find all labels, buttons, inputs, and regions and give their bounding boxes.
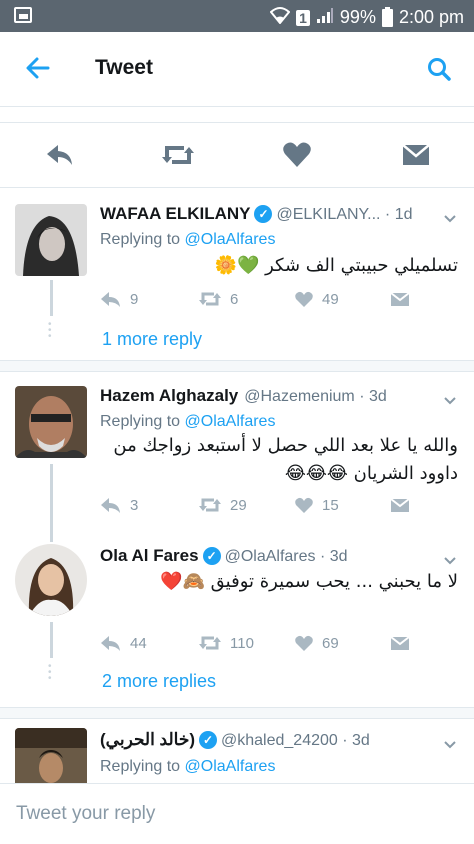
direct-message-icon[interactable]	[400, 139, 432, 171]
retweet-count[interactable]: 6	[198, 290, 238, 308]
chevron-down-icon[interactable]	[442, 552, 458, 568]
handle[interactable]: @Hazemenium	[244, 388, 355, 405]
direct-message-icon[interactable]	[390, 634, 410, 652]
replying-to-link[interactable]: @OlaAlfares	[185, 231, 276, 248]
battery-percent: 99%	[339, 7, 376, 27]
arrow-left-icon[interactable]	[24, 54, 54, 84]
battery-icon	[381, 6, 393, 27]
display-name[interactable]: Ola Al Fares	[100, 546, 199, 565]
thread-dots: • • •	[48, 319, 52, 342]
replying-to: Replying to @OlaAlfares	[100, 231, 275, 249]
more-replies-link[interactable]: 1 more reply	[102, 329, 202, 350]
reply-tweet[interactable]: Ola Al Fares ✓ @OlaAlfares · 3d لا ما يحبن…	[0, 534, 474, 714]
separator-dot: ·	[354, 388, 369, 405]
reply-tweet[interactable]: (خالد الحربي) ✓ @khaled_24200 · 3d Replyin…	[0, 718, 474, 783]
handle[interactable]: @OlaAlfares	[225, 548, 316, 565]
tweet-text: لا ما يحبني ... يحب سميرة توفيق 🙈❤️	[160, 571, 458, 592]
like-count-value: 15	[322, 496, 339, 514]
reply-count-value: 3	[130, 496, 139, 514]
tweet-action-bar	[0, 123, 474, 188]
app-bar: Tweet	[0, 32, 474, 107]
replying-to-link[interactable]: @OlaAlfares	[185, 758, 276, 775]
direct-message-icon[interactable]	[390, 290, 410, 308]
reply-count[interactable]: 44	[100, 634, 147, 652]
replying-prefix: Replying to	[100, 231, 185, 248]
tweet-text: تسلميلي حبيبتي الف شكر 💚🌼	[214, 255, 458, 276]
wifi-icon	[269, 6, 291, 29]
handle[interactable]: @khaled_24200	[221, 732, 338, 749]
clock: 2:00 pm	[398, 7, 464, 27]
avatar[interactable]	[15, 544, 87, 616]
separator-dot: ·	[315, 548, 330, 565]
sim-icon: 1	[296, 9, 310, 26]
reply-count-value: 44	[130, 634, 147, 652]
avatar[interactable]	[15, 728, 87, 783]
reply-count-value: 9	[130, 290, 139, 308]
avatar[interactable]	[15, 204, 87, 276]
separator-dot: ·	[380, 206, 395, 223]
image-notification-icon	[14, 7, 32, 23]
avatar[interactable]	[15, 386, 87, 458]
replying-to: Replying to @OlaAlfares	[100, 758, 275, 776]
reply-input[interactable]	[14, 798, 458, 830]
retweet-count-value: 6	[230, 290, 239, 308]
tweet-stats: 3 29 15	[100, 496, 420, 520]
like-count-value: 49	[322, 290, 339, 308]
tweet-author: WAFAA ELKILANY ✓ @ELKILANY... · 1d	[100, 204, 413, 224]
tweet-author: Ola Al Fares ✓ @OlaAlfares · 3d	[100, 546, 348, 566]
verified-icon: ✓	[199, 731, 218, 749]
timestamp: 1d	[394, 206, 413, 223]
display-name[interactable]: WAFAA ELKILANY	[100, 204, 250, 223]
direct-message-icon[interactable]	[390, 496, 410, 514]
like-count-value: 69	[322, 634, 339, 652]
retweet-count-value: 29	[230, 496, 247, 514]
replying-to-link[interactable]: @OlaAlfares	[185, 413, 276, 430]
tweet-text: والله يا علا بعد اللي حصل لا أستبعد زواج…	[113, 435, 458, 484]
reply-tweet[interactable]: WAFAA ELKILANY ✓ @ELKILANY... · 1d Replyin…	[0, 188, 474, 366]
retweet-count[interactable]: 110	[198, 634, 254, 652]
separator-dot: ·	[337, 732, 353, 749]
verified-icon: ✓	[202, 547, 221, 565]
timestamp: 3d	[352, 732, 370, 749]
thread-dots: • • •	[48, 661, 52, 684]
tweet-stats: 9 6 49	[100, 290, 420, 314]
chevron-down-icon[interactable]	[442, 736, 458, 752]
search-icon[interactable]	[426, 56, 452, 82]
timestamp: 3d	[329, 548, 348, 565]
like-count[interactable]: 49	[294, 290, 339, 308]
reply-icon[interactable]	[44, 139, 76, 171]
reply-count[interactable]: 9	[100, 290, 138, 308]
tweet-stats: 44 110 69	[100, 634, 420, 658]
signal-icon	[316, 6, 334, 29]
handle[interactable]: @ELKILANY...	[276, 206, 380, 223]
status-bar: 1 99% 2:00 pm	[0, 0, 474, 32]
like-count[interactable]: 69	[294, 634, 339, 652]
retweet-icon[interactable]	[160, 139, 194, 171]
thread-line	[50, 622, 53, 658]
status-right: 1 99% 2:00 pm	[269, 6, 464, 29]
tweet-author: Hazem Alghazaly @Hazemenium · 3d	[100, 386, 387, 406]
thread-line	[50, 464, 53, 542]
replying-prefix: Replying to	[100, 413, 185, 430]
chevron-down-icon[interactable]	[442, 392, 458, 408]
reply-count[interactable]: 3	[100, 496, 138, 514]
retweet-count-value: 110	[230, 634, 254, 652]
page-title: Tweet	[95, 56, 153, 79]
more-replies-link[interactable]: 2 more replies	[102, 671, 216, 692]
like-count[interactable]: 15	[294, 496, 339, 514]
verified-icon: ✓	[254, 205, 273, 223]
chevron-down-icon[interactable]	[442, 210, 458, 226]
thread-line	[50, 280, 53, 316]
retweet-count[interactable]: 29	[198, 496, 247, 514]
compose-bar	[0, 783, 474, 844]
tweet-author: (خالد الحربي) ✓ @khaled_24200 · 3d	[100, 730, 370, 750]
reply-tweet[interactable]: Hazem Alghazaly @Hazemenium · 3d Replying…	[0, 372, 474, 542]
divider	[0, 360, 474, 372]
replying-to: Replying to @OlaAlfares	[100, 413, 275, 431]
display-name[interactable]: (خالد الحربي)	[100, 730, 195, 749]
display-name[interactable]: Hazem Alghazaly	[100, 386, 238, 405]
heart-icon[interactable]	[281, 139, 313, 171]
replying-prefix: Replying to	[100, 758, 185, 775]
timestamp: 3d	[368, 388, 387, 405]
